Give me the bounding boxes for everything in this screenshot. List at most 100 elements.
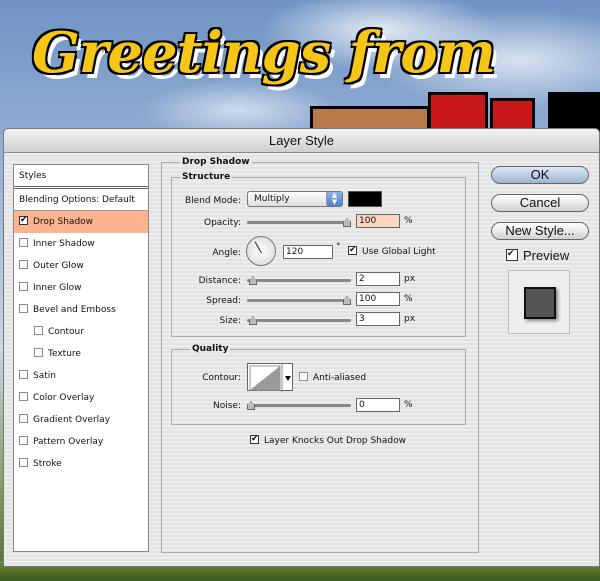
slider-track (247, 299, 351, 302)
spread-unit: % (404, 294, 413, 304)
select-arrows-icon: ▲ ▼ (326, 192, 342, 206)
size-label: Size: (219, 316, 241, 326)
sign-graphic (310, 92, 600, 134)
slider-thumb[interactable] (343, 218, 351, 227)
styles-list: Styles Blending Options: Default Drop Sh… (13, 164, 149, 552)
noise-input[interactable]: 0 (356, 398, 400, 412)
distance-input[interactable]: 2 (356, 272, 400, 286)
use-global-light-toggle[interactable]: Use Global Light (348, 246, 436, 257)
dialog-title: Layer Style (4, 129, 599, 153)
anti-aliased-toggle[interactable]: Anti-aliased (299, 372, 366, 383)
style-item-contour[interactable]: Contour (14, 321, 148, 343)
style-item-inner-glow[interactable]: Inner Glow (14, 277, 148, 299)
structure-title: Structure (180, 172, 233, 182)
style-item-color-overlay[interactable]: Color Overlay (14, 387, 148, 409)
angle-dial[interactable] (246, 236, 276, 266)
angle-input[interactable]: 120 (283, 245, 333, 259)
style-item-checkbox[interactable] (19, 260, 28, 269)
drop-shadow-title: Drop Shadow (180, 157, 252, 167)
slider-thumb[interactable] (248, 316, 257, 325)
style-item-outer-glow[interactable]: Outer Glow (14, 255, 148, 277)
use-global-light-label: Use Global Light (362, 247, 436, 257)
ok-button[interactable]: OK (491, 166, 589, 184)
shadow-color-swatch[interactable] (348, 191, 382, 207)
preview-label: Preview (523, 248, 570, 263)
style-item-label: Contour (48, 327, 84, 337)
blend-mode-label: Blend Mode: (184, 196, 241, 206)
style-item-checkbox[interactable] (19, 304, 28, 313)
styles-header[interactable]: Styles (14, 165, 148, 189)
structure-box: Structure Blend Mode: Multiply ▲ ▼ Opacit… (171, 172, 466, 337)
style-item-texture[interactable]: Texture (14, 343, 148, 365)
contour-label: Contour: (202, 373, 241, 383)
contour-picker[interactable] (247, 363, 293, 392)
slider-track (247, 279, 351, 282)
slider-thumb[interactable] (247, 401, 255, 410)
spread-label: Spread: (206, 296, 241, 306)
drop-shadow-group: Drop Shadow Structure Blend Mode: Multip… (161, 157, 479, 553)
slider-thumb[interactable] (343, 296, 351, 305)
size-input[interactable]: 3 (356, 312, 400, 326)
anti-aliased-checkbox[interactable] (299, 372, 308, 381)
style-item-pattern-overlay[interactable]: Pattern Overlay (14, 431, 148, 453)
style-item-drop-shadow[interactable]: Drop Shadow (14, 211, 148, 233)
angle-label: Angle: (212, 248, 241, 258)
opacity-input[interactable]: 100 (356, 214, 400, 228)
style-item-checkbox[interactable] (19, 238, 28, 247)
blending-options-item[interactable]: Blending Options: Default (14, 189, 148, 211)
use-global-light-checkbox[interactable] (348, 246, 357, 255)
knockout-checkbox[interactable] (250, 435, 259, 444)
style-item-label: Inner Glow (33, 283, 82, 293)
style-item-checkbox[interactable] (19, 370, 28, 379)
style-item-satin[interactable]: Satin (14, 365, 148, 387)
style-item-stroke[interactable]: Stroke (14, 453, 148, 475)
style-item-checkbox[interactable] (19, 458, 28, 467)
style-item-bevel-and-emboss[interactable]: Bevel and Emboss (14, 299, 148, 321)
style-item-checkbox[interactable] (19, 216, 28, 225)
preview-checkbox[interactable] (506, 249, 518, 261)
knockout-toggle[interactable]: Layer Knocks Out Drop Shadow (250, 435, 406, 446)
cancel-button[interactable]: Cancel (491, 194, 589, 212)
angle-hand (254, 241, 262, 254)
noise-slider[interactable] (247, 401, 351, 410)
style-item-checkbox[interactable] (19, 414, 28, 423)
slider-track (247, 319, 351, 322)
layer-style-dialog: Layer Style Styles Blending Options: Def… (3, 128, 600, 567)
distance-slider[interactable] (247, 276, 351, 285)
style-item-checkbox[interactable] (34, 326, 43, 335)
style-item-inner-shadow[interactable]: Inner Shadow (14, 233, 148, 255)
slider-track (247, 221, 351, 224)
blend-mode-value: Multiply (254, 194, 290, 204)
noise-unit: % (404, 400, 413, 410)
anti-aliased-label: Anti-aliased (313, 373, 367, 383)
style-preview (508, 270, 570, 334)
opacity-slider[interactable] (247, 218, 351, 227)
slider-thumb[interactable] (248, 276, 257, 285)
new-style-button[interactable]: New Style... (491, 222, 589, 240)
size-unit: px (404, 314, 416, 324)
spread-slider[interactable] (247, 296, 351, 305)
slider-track (247, 404, 351, 407)
size-slider[interactable] (247, 316, 351, 325)
style-item-label: Bevel and Emboss (33, 305, 116, 315)
style-item-checkbox[interactable] (19, 392, 28, 401)
blend-mode-select[interactable]: Multiply ▲ ▼ (247, 191, 343, 207)
preview-toggle[interactable]: Preview (506, 248, 569, 263)
style-item-label: Satin (33, 371, 56, 381)
distance-unit: px (404, 274, 416, 284)
style-item-gradient-overlay[interactable]: Gradient Overlay (14, 409, 148, 431)
opacity-unit: % (404, 216, 413, 226)
style-item-checkbox[interactable] (19, 436, 28, 445)
preview-thumbnail (524, 287, 556, 319)
style-item-checkbox[interactable] (34, 348, 43, 357)
spread-input[interactable]: 100 (356, 292, 400, 306)
quality-title: Quality (190, 344, 231, 354)
style-item-label: Drop Shadow (33, 217, 94, 227)
style-item-label: Inner Shadow (33, 239, 95, 249)
greeting-text: Greetings from (32, 20, 496, 86)
style-item-checkbox[interactable] (19, 282, 28, 291)
knockout-label: Layer Knocks Out Drop Shadow (264, 436, 406, 446)
style-item-label: Texture (48, 349, 81, 359)
quality-box: Quality Contour: Anti-aliased Noise: 0 % (171, 344, 466, 425)
style-item-label: Stroke (33, 459, 62, 469)
